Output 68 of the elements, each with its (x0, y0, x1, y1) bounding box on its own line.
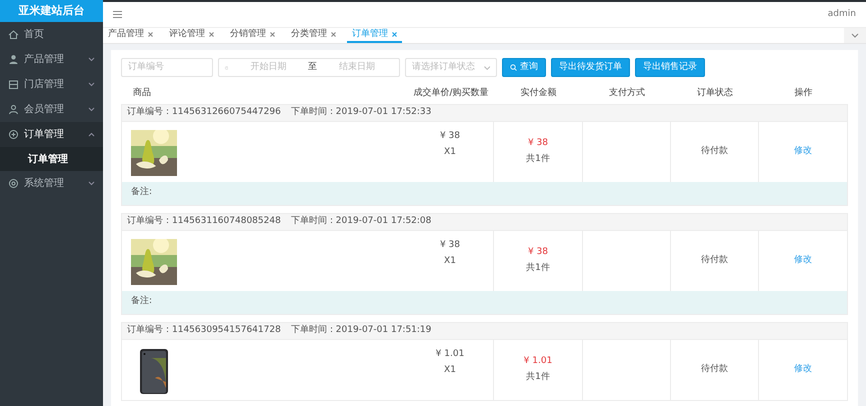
unit-price: ¥ 1.01 (436, 348, 464, 360)
item-count: 共1件 (526, 262, 550, 275)
date-separator: 至 (308, 60, 318, 74)
tab[interactable]: 产品管理 (103, 28, 158, 43)
item-count: 共1件 (526, 371, 550, 384)
chevron-down-icon (88, 107, 95, 112)
chevron-down-icon (88, 181, 95, 186)
sidebar-item[interactable]: 会员管理 (0, 97, 103, 122)
close-icon[interactable] (148, 32, 153, 37)
chevron-down-icon (88, 57, 95, 62)
order-status: 待付款 (701, 144, 728, 158)
circle-icon (8, 129, 19, 140)
order-number: 订单编号：1145630954157641728 (127, 324, 281, 337)
chevron-down-icon (88, 82, 95, 87)
chevron-down-icon (851, 33, 859, 38)
paid-amount: ¥ 38 (528, 246, 548, 258)
sidebar-item[interactable]: 系统管理 (0, 171, 103, 196)
tab[interactable]: 评论管理 (164, 28, 219, 43)
order-number: 订单编号：1145631266075447296 (127, 106, 281, 119)
sidebar-item[interactable]: 首页 (0, 22, 103, 47)
remark-text: 备注: (122, 290, 847, 314)
box-icon (8, 79, 19, 90)
item-count: 共1件 (526, 153, 550, 166)
column-header: 支付方式 (608, 87, 646, 100)
user-name[interactable]: admin (828, 8, 856, 22)
chevron-up-icon (88, 132, 95, 137)
column-header: 操作 (794, 87, 814, 100)
unit-price: ¥ 38 (440, 238, 460, 252)
menu-icon[interactable] (113, 11, 122, 18)
clock-icon (225, 64, 228, 72)
order-time: 下单时间：2019-07-01 17:52:08 (290, 214, 432, 228)
order-time: 下单时间：2019-07-01 17:51:19 (290, 324, 432, 337)
unit-price: ¥ 38 (440, 130, 460, 142)
paid-amount: ¥ 38 (528, 136, 548, 150)
sidebar-item[interactable]: 产品管理 (0, 47, 103, 72)
order-status-select[interactable]: 请选择订单状态 (405, 58, 497, 77)
app-title: 亚米建站后台 (0, 0, 103, 22)
quantity: X1 (444, 255, 456, 268)
tab[interactable]: 分类管理 (286, 28, 341, 43)
remark-text: 备注: (122, 182, 847, 204)
chevron-down-icon (484, 66, 490, 70)
close-icon[interactable] (392, 32, 397, 37)
gear-icon (8, 178, 19, 189)
user-icon (8, 104, 19, 115)
column-header: 实付金额 (520, 87, 558, 100)
column-header: 成交单价/购买数量 (412, 87, 490, 100)
home-icon (8, 29, 19, 40)
column-header: 商品 (132, 87, 152, 100)
person-icon (8, 54, 19, 65)
order-time: 下单时间：2019-07-01 17:52:33 (290, 106, 432, 119)
sidebar-item[interactable]: 门店管理 (0, 72, 103, 97)
order-status: 待付款 (701, 254, 728, 267)
tabs-menu-button[interactable] (844, 28, 866, 43)
close-icon[interactable] (270, 32, 275, 37)
date-range-field[interactable]: 开始日期 至 结束日期 (218, 58, 400, 77)
quantity: X1 (444, 146, 456, 159)
sidebar-subitem[interactable]: 订单管理 (0, 147, 103, 171)
paid-amount: ¥ 1.01 (524, 354, 552, 368)
close-icon[interactable] (209, 32, 214, 37)
sidebar-item[interactable]: 订单管理 (0, 122, 103, 147)
order-number-field[interactable]: 订单编号 (121, 58, 213, 77)
search-icon (510, 64, 517, 71)
close-icon[interactable] (331, 32, 336, 37)
order-status: 待付款 (701, 362, 728, 376)
tab[interactable]: 分销管理 (225, 28, 280, 43)
column-header: 订单状态 (696, 87, 734, 100)
order-number: 订单编号：1145631160748085248 (127, 214, 281, 228)
quantity: X1 (444, 364, 456, 377)
